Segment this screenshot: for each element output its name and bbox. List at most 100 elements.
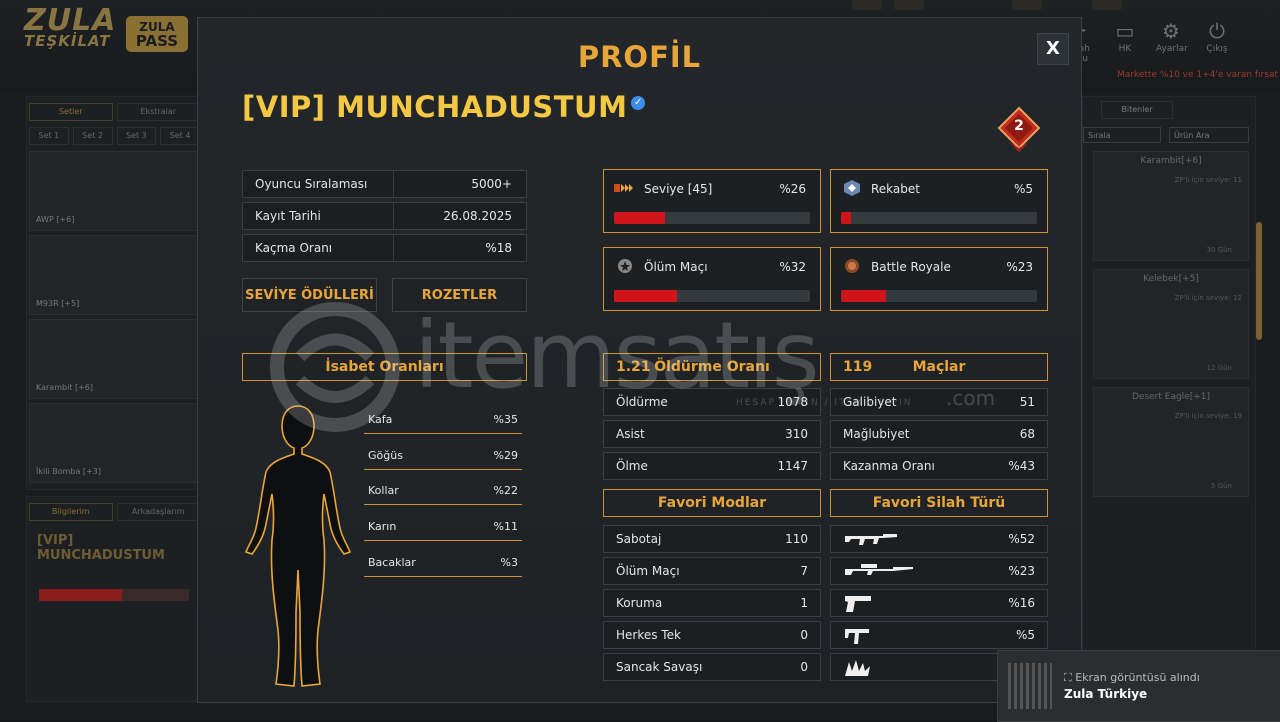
progress-card-rekabet: Rekabet %5: [830, 169, 1048, 233]
weapon-value: %52: [1008, 532, 1035, 546]
item-label: AWP [+6]: [36, 215, 75, 224]
stat-row-kills: Öldürme 1078: [603, 388, 821, 416]
screenshot-toast[interactable]: ⛶ Ekran görüntüsü alındı Zula Türkiye: [997, 650, 1280, 722]
mode-row: Koruma 1: [603, 589, 821, 617]
store-item[interactable]: Desert Eagle[+1] ZP'li için seviye: 19 5…: [1093, 387, 1249, 497]
left-tabs: Setler Ekstralar: [27, 97, 202, 127]
weapon-value: %16: [1008, 596, 1035, 610]
tab-bitenler[interactable]: Bitenler: [1101, 101, 1173, 119]
inventory-item[interactable]: AWP [+6]: [29, 151, 201, 231]
info-label: Kaçma Oranı: [255, 241, 333, 255]
weapon-value: %23: [1008, 564, 1035, 578]
divider: [393, 171, 394, 197]
stat-row-wins: Galibiyet 51: [830, 388, 1048, 416]
body-silhouette-icon: [244, 405, 352, 687]
zula-pass-button[interactable]: ZULA PASS: [126, 16, 188, 52]
mode-value: 0: [800, 660, 808, 674]
tab-set-2[interactable]: Set 2: [72, 127, 113, 145]
inventory-item[interactable]: İkili Bomba [+3]: [29, 403, 201, 483]
level-bar-fill: [39, 589, 122, 601]
stat-row-win-rate: Kazanma Oranı %43: [830, 452, 1048, 480]
divider: [393, 235, 394, 261]
toast-line1: ⛶ Ekran görüntüsü alındı: [1064, 671, 1200, 685]
rank-number: 2: [1014, 118, 1024, 134]
kill-ratio-header: 1.21 Öldürme Oranı: [603, 353, 821, 381]
store-item-days: 5 Gün: [1211, 482, 1232, 490]
info-row-ranking: Oyuncu Sıralaması 5000+: [242, 170, 527, 198]
inventory-item[interactable]: Karambit [+6]: [29, 319, 201, 399]
accuracy-value: %35: [493, 413, 518, 426]
close-button[interactable]: X: [1037, 33, 1069, 65]
accuracy-label: Bacaklar: [368, 556, 416, 569]
bottom-tabs: Bilgilerim Arkadaşlarım: [27, 497, 202, 527]
tab-setler[interactable]: Setler: [29, 103, 113, 121]
left-inventory-panel: Setler Ekstralar Set 1 Set 2 Set 3 Set 4…: [26, 96, 203, 490]
deathmatch-icon: [618, 259, 632, 273]
accuracy-label: Kollar: [368, 484, 399, 497]
top-icons: ⌐Silah Yolu ▭HK ⚙Ayarlar ⏻Çıkış: [1064, 18, 1232, 64]
progress-fill: [841, 290, 887, 302]
stat-value: 1078: [777, 395, 808, 409]
exit-label: Çıkış: [1206, 44, 1228, 54]
tab-set-3[interactable]: Set 3: [116, 127, 157, 145]
mode-label: Sancak Savaşı: [616, 660, 703, 674]
level-rewards-button[interactable]: SEVİYE ÖDÜLLERİ: [242, 278, 377, 312]
bottom-player-name: [VIP] MUNCHADUSTUM: [37, 533, 165, 563]
accuracy-row-arms: Kollar %22: [364, 478, 522, 505]
accuracy-label: Göğüs: [368, 449, 403, 462]
mode-value: 1: [800, 596, 808, 610]
tab-bilgilerim[interactable]: Bilgilerim: [29, 503, 113, 521]
info-value: %18: [485, 241, 512, 255]
progress-percent: %32: [779, 260, 806, 274]
settings-button[interactable]: ⚙ Ayarlar: [1156, 18, 1188, 64]
set-tabs: Set 1 Set 2 Set 3 Set 4: [27, 127, 202, 151]
accuracy-label: Kafa: [368, 413, 393, 426]
tab-set-1[interactable]: Set 1: [29, 127, 69, 145]
store-search-input[interactable]: Ürün Ara: [1169, 127, 1249, 143]
progress-card-level: Seviye [45] %26: [603, 169, 821, 233]
mode-row: Herkes Tek 0: [603, 621, 821, 649]
stat-value: %43: [1008, 459, 1035, 473]
level-bar: [39, 589, 189, 601]
top-badge: [1012, 0, 1042, 10]
tab-set-4[interactable]: Set 4: [160, 127, 200, 145]
screenshot-thumbnail: [1008, 663, 1052, 709]
mode-value: 7: [800, 564, 808, 578]
progress-label: Seviye [45]: [644, 182, 713, 196]
sort-select[interactable]: Sırala: [1083, 127, 1161, 143]
fav-weapons-title: Favori Silah Türü: [872, 495, 1006, 511]
store-item[interactable]: Kelebek[+5] ZP'li için seviye: 12 12 Gün: [1093, 269, 1249, 379]
fav-modes-title: Favori Modlar: [657, 495, 767, 511]
info-label: Oyuncu Sıralaması: [255, 177, 368, 191]
store-scrollbar[interactable]: [1256, 222, 1262, 340]
accuracy-row-head: Kafa %35: [364, 407, 522, 434]
tab-ekstralar[interactable]: Ekstralar: [116, 103, 200, 121]
progress-percent: %26: [779, 182, 806, 196]
hk-button[interactable]: ▭ HK: [1110, 18, 1140, 64]
accuracy-value: %22: [493, 484, 518, 497]
right-store-panel: Bitenler Sırala Ürün Ara Karambit[+6] ZP…: [1082, 96, 1256, 658]
mode-label: Ölüm Maçı: [616, 564, 680, 578]
store-item-name: Kelebek[+5]: [1143, 274, 1199, 284]
top-badge: [852, 0, 882, 10]
badges-button[interactable]: ROZETLER: [392, 278, 527, 312]
progress-fill: [614, 290, 677, 302]
progress-bar: [841, 212, 1037, 224]
stat-value: 310: [785, 427, 808, 441]
mode-row: Ölüm Maçı 7: [603, 557, 821, 585]
exit-button[interactable]: ⏻ Çıkış: [1202, 18, 1232, 64]
competitive-icon: [844, 180, 860, 196]
accuracy-row-chest: Göğüs %29: [364, 443, 522, 470]
tab-arkadaslarim[interactable]: Arkadaşlarım: [116, 503, 200, 521]
progress-card-deathmatch: Ölüm Maçı %32: [603, 247, 821, 311]
accuracy-row-legs: Bacaklar %3: [364, 550, 522, 577]
stat-row-deaths: Ölme 1147: [603, 452, 821, 480]
screenshot-icon: ⛶: [1064, 671, 1076, 684]
zula-logo: ZULA TEŞKİLAT: [24, 6, 116, 49]
progress-fill: [841, 212, 851, 224]
weapon-value: %5: [1015, 628, 1035, 642]
inventory-item[interactable]: M93R [+5]: [29, 235, 201, 315]
toast-line1-text: Ekran görüntüsü alındı: [1075, 671, 1200, 684]
store-item[interactable]: Karambit[+6] ZP'li için seviye: 11 30 Gü…: [1093, 151, 1249, 261]
progress-label: Rekabet: [871, 182, 920, 196]
